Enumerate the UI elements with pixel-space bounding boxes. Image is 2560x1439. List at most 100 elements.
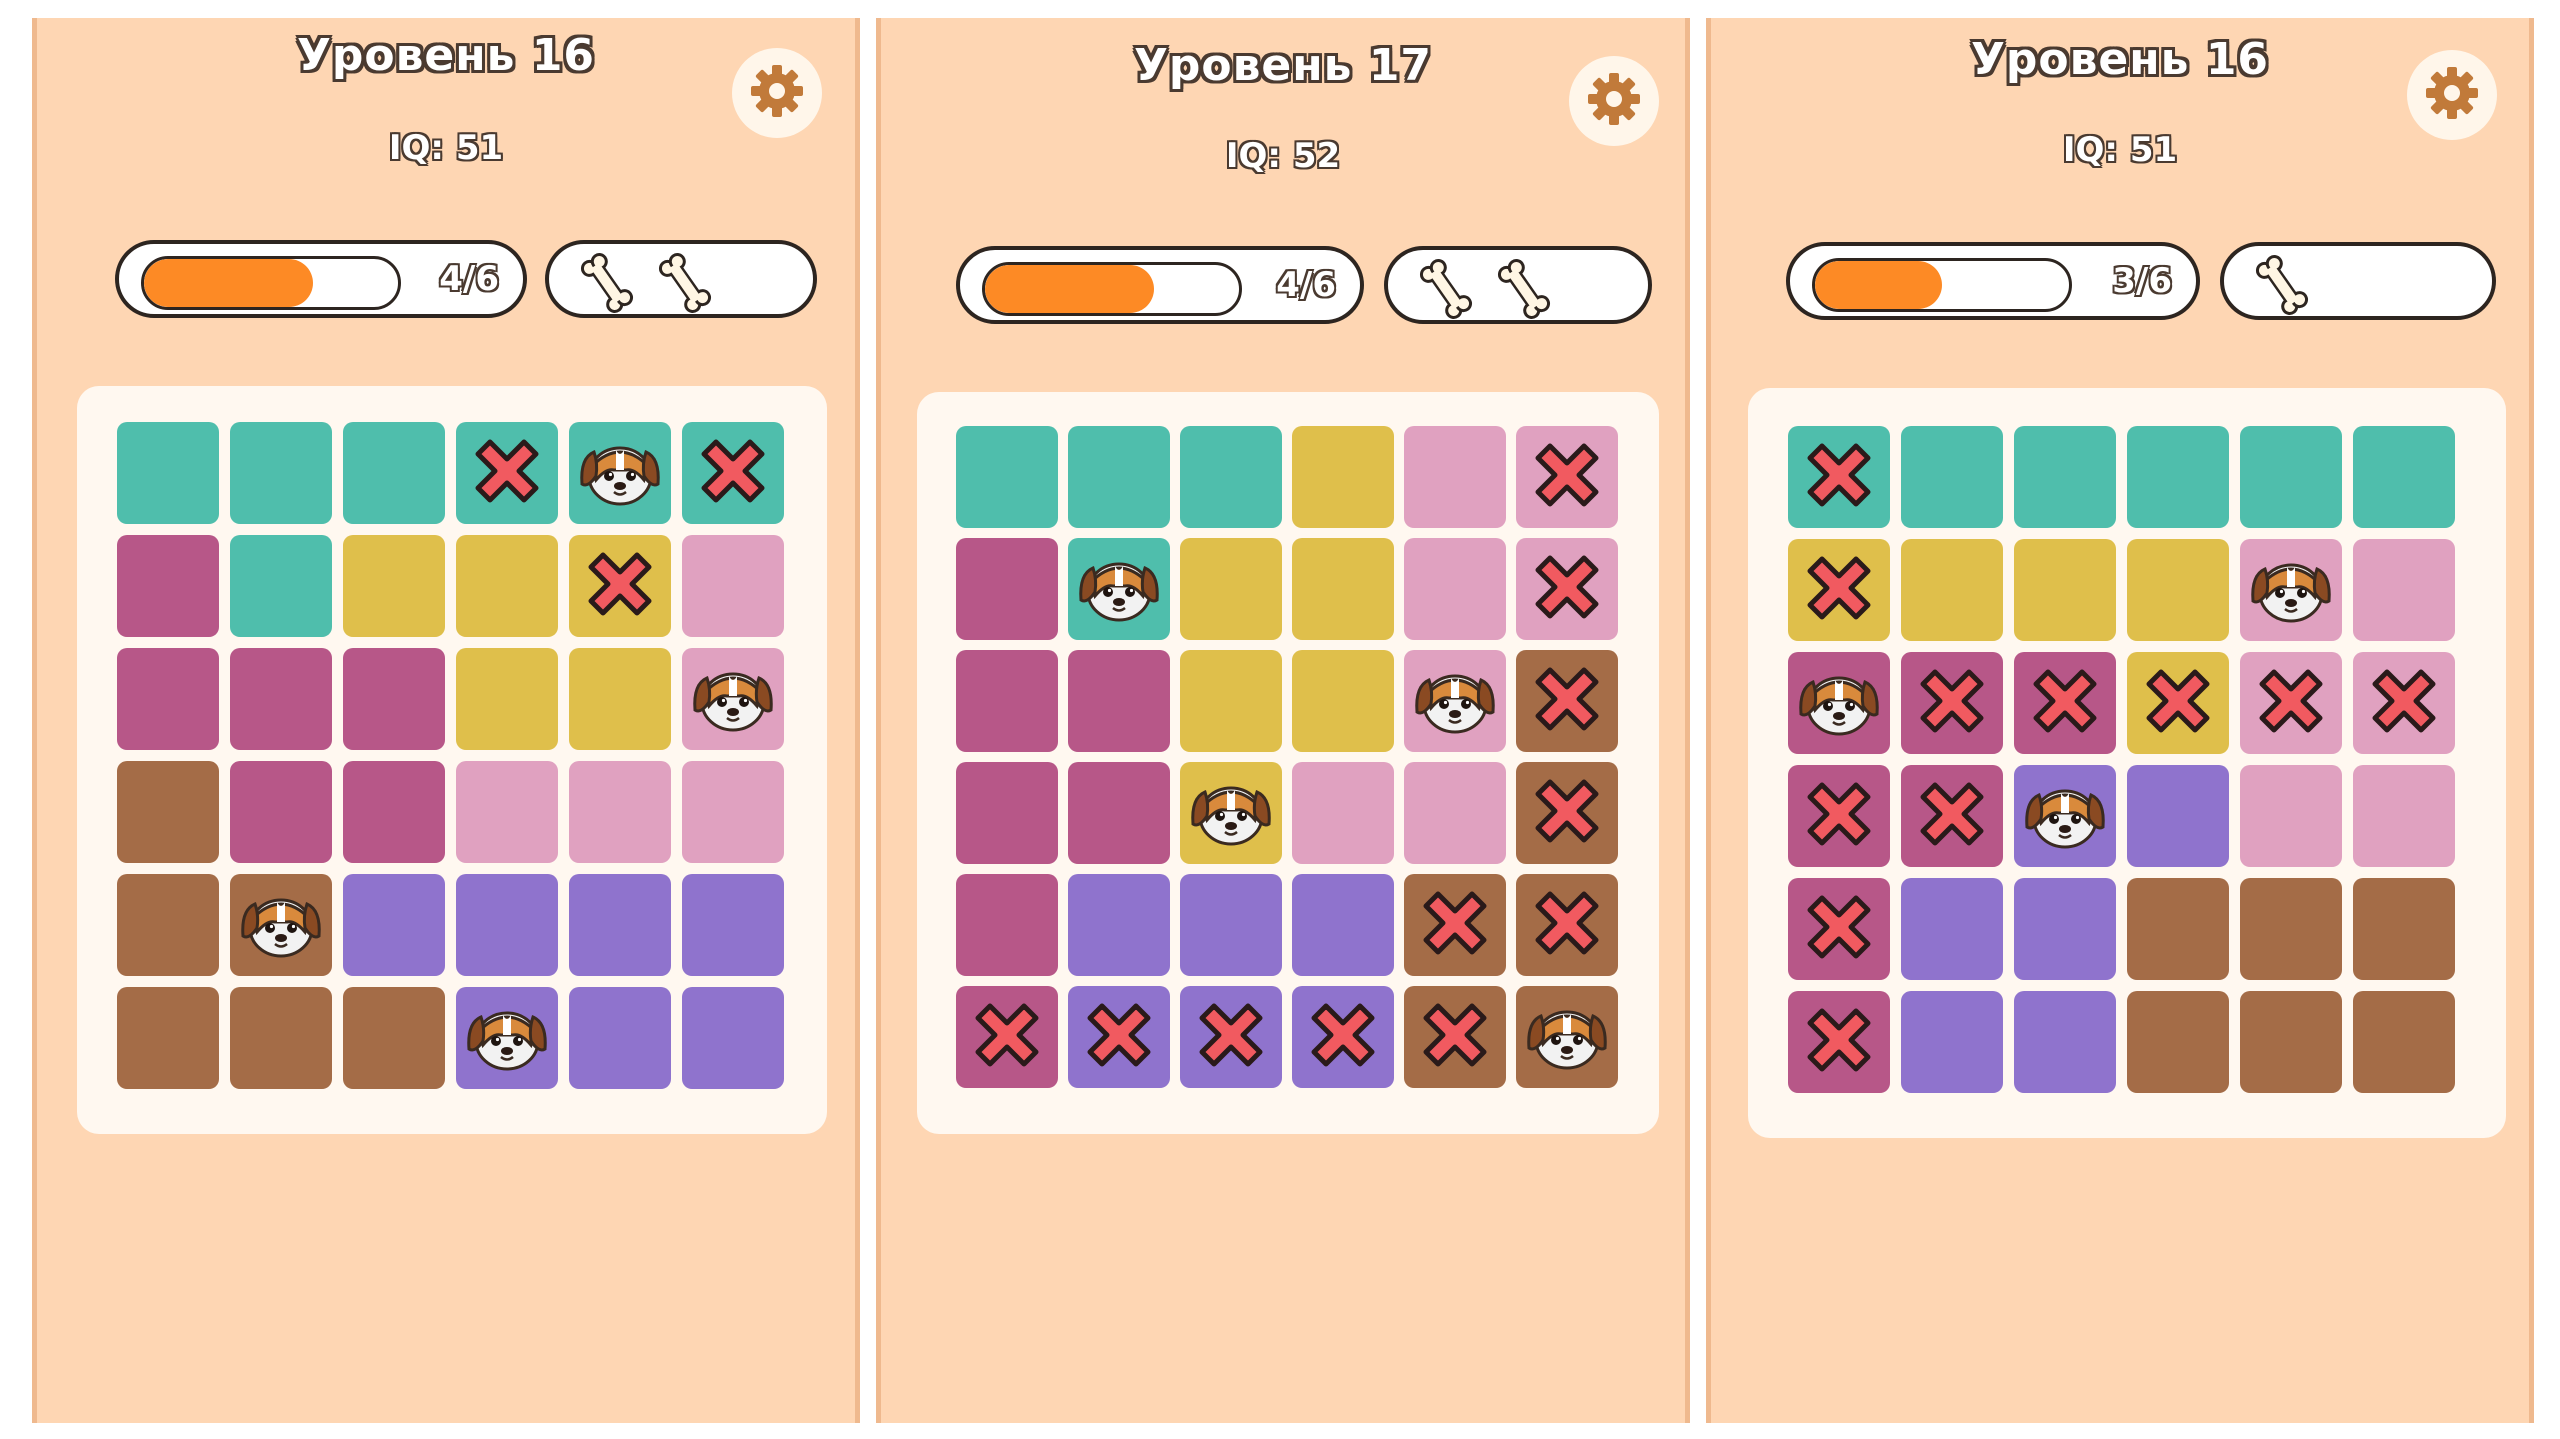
grid-cell[interactable] <box>682 874 784 976</box>
settings-button[interactable] <box>2407 50 2497 140</box>
grid-cell[interactable] <box>1292 650 1394 752</box>
grid-cell[interactable] <box>343 987 445 1089</box>
grid-cell[interactable] <box>2014 652 2116 754</box>
grid-cell[interactable] <box>2014 878 2116 980</box>
grid-cell[interactable] <box>1404 762 1506 864</box>
grid-cell[interactable] <box>2353 878 2455 980</box>
grid-cell[interactable] <box>1180 874 1282 976</box>
grid-cell[interactable] <box>1901 878 2003 980</box>
grid-cell[interactable] <box>569 535 671 637</box>
grid-cell[interactable] <box>1788 426 1890 528</box>
grid-cell[interactable] <box>1404 538 1506 640</box>
grid-cell[interactable] <box>230 874 332 976</box>
grid-cell[interactable] <box>1516 650 1618 752</box>
grid-cell[interactable] <box>343 422 445 524</box>
grid-cell[interactable] <box>343 761 445 863</box>
grid-cell[interactable] <box>456 422 558 524</box>
grid-cell[interactable] <box>956 986 1058 1088</box>
grid-cell[interactable] <box>230 535 332 637</box>
grid-cell[interactable] <box>1788 991 1890 1093</box>
grid-cell[interactable] <box>1901 539 2003 641</box>
grid-cell[interactable] <box>682 987 784 1089</box>
grid-cell[interactable] <box>117 874 219 976</box>
grid-cell[interactable] <box>230 987 332 1089</box>
grid-cell[interactable] <box>1516 874 1618 976</box>
grid-cell[interactable] <box>1180 426 1282 528</box>
grid-cell[interactable] <box>682 535 784 637</box>
grid-cell[interactable] <box>1516 986 1618 1088</box>
grid-cell[interactable] <box>456 535 558 637</box>
grid-cell[interactable] <box>956 538 1058 640</box>
grid-cell[interactable] <box>1292 762 1394 864</box>
grid-cell[interactable] <box>1180 538 1282 640</box>
grid-cell[interactable] <box>1404 650 1506 752</box>
grid-cell[interactable] <box>1180 762 1282 864</box>
grid-cell[interactable] <box>456 987 558 1089</box>
grid-cell[interactable] <box>956 762 1058 864</box>
grid-cell[interactable] <box>1404 986 1506 1088</box>
grid-cell[interactable] <box>1901 426 2003 528</box>
grid-cell[interactable] <box>569 987 671 1089</box>
grid-cell[interactable] <box>230 761 332 863</box>
grid-cell[interactable] <box>1180 650 1282 752</box>
grid-cell[interactable] <box>1404 426 1506 528</box>
grid-cell[interactable] <box>456 761 558 863</box>
grid-cell[interactable] <box>2127 426 2229 528</box>
grid-cell[interactable] <box>117 422 219 524</box>
grid-cell[interactable] <box>1404 874 1506 976</box>
grid-cell[interactable] <box>1788 539 1890 641</box>
grid-cell[interactable] <box>2240 652 2342 754</box>
grid-cell[interactable] <box>343 874 445 976</box>
grid-cell[interactable] <box>1516 426 1618 528</box>
grid-cell[interactable] <box>956 874 1058 976</box>
grid-cell[interactable] <box>1516 762 1618 864</box>
grid-cell[interactable] <box>569 874 671 976</box>
grid-cell[interactable] <box>343 535 445 637</box>
grid-cell[interactable] <box>682 761 784 863</box>
grid-cell[interactable] <box>117 648 219 750</box>
grid-cell[interactable] <box>1901 652 2003 754</box>
grid-cell[interactable] <box>2127 652 2229 754</box>
grid-cell[interactable] <box>1901 765 2003 867</box>
grid-cell[interactable] <box>1516 538 1618 640</box>
grid-cell[interactable] <box>2240 539 2342 641</box>
grid-cell[interactable] <box>2127 765 2229 867</box>
grid-cell[interactable] <box>456 648 558 750</box>
grid-cell[interactable] <box>2353 991 2455 1093</box>
grid-cell[interactable] <box>2240 765 2342 867</box>
grid-cell[interactable] <box>2014 426 2116 528</box>
grid-cell[interactable] <box>2353 765 2455 867</box>
grid-cell[interactable] <box>1068 538 1170 640</box>
grid-cell[interactable] <box>2127 878 2229 980</box>
grid-cell[interactable] <box>1068 874 1170 976</box>
grid-cell[interactable] <box>1068 762 1170 864</box>
grid-cell[interactable] <box>117 535 219 637</box>
grid-cell[interactable] <box>682 648 784 750</box>
grid-cell[interactable] <box>1068 650 1170 752</box>
grid-cell[interactable] <box>1292 426 1394 528</box>
grid-cell[interactable] <box>956 426 1058 528</box>
grid-cell[interactable] <box>1068 426 1170 528</box>
grid-cell[interactable] <box>1788 652 1890 754</box>
grid-cell[interactable] <box>2014 765 2116 867</box>
grid-cell[interactable] <box>1788 878 1890 980</box>
grid-cell[interactable] <box>2353 652 2455 754</box>
grid-cell[interactable] <box>230 648 332 750</box>
grid-cell[interactable] <box>2353 539 2455 641</box>
grid-cell[interactable] <box>682 422 784 524</box>
grid-cell[interactable] <box>117 761 219 863</box>
grid-cell[interactable] <box>956 650 1058 752</box>
grid-cell[interactable] <box>117 987 219 1089</box>
grid-cell[interactable] <box>1292 986 1394 1088</box>
grid-cell[interactable] <box>2127 539 2229 641</box>
grid-cell[interactable] <box>1901 991 2003 1093</box>
grid-cell[interactable] <box>456 874 558 976</box>
grid-cell[interactable] <box>230 422 332 524</box>
grid-cell[interactable] <box>569 422 671 524</box>
settings-button[interactable] <box>1569 56 1659 146</box>
grid-cell[interactable] <box>2127 991 2229 1093</box>
settings-button[interactable] <box>732 48 822 138</box>
grid-cell[interactable] <box>1292 538 1394 640</box>
grid-cell[interactable] <box>1788 765 1890 867</box>
grid-cell[interactable] <box>1180 986 1282 1088</box>
